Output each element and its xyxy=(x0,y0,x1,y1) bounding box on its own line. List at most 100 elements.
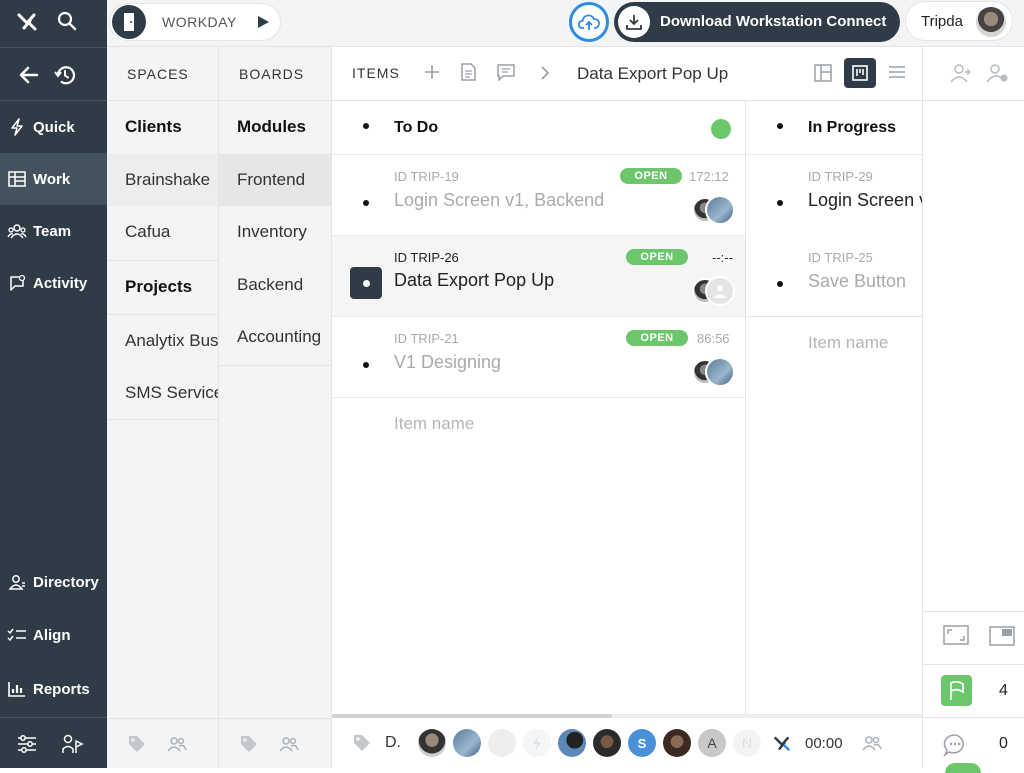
item-card[interactable]: ID TRIP-21 OPEN 86:56 V1 Designing xyxy=(332,317,745,398)
item-title: Login Screen v1, Backend xyxy=(394,190,605,210)
avatar[interactable] xyxy=(418,729,446,757)
new-item-input[interactable]: Item name xyxy=(808,333,888,353)
tag-icon[interactable] xyxy=(352,733,372,753)
team-icon xyxy=(6,220,28,242)
download-workstation-button[interactable]: Download Workstation Connect xyxy=(614,2,900,42)
timer: 00:00 xyxy=(805,734,843,752)
logo-icon[interactable] xyxy=(768,729,796,757)
sidebar-item-work[interactable]: Work xyxy=(0,153,107,205)
avatar[interactable]: A xyxy=(698,729,726,757)
user-settings-icon[interactable] xyxy=(986,63,1010,83)
reports-icon xyxy=(6,678,28,700)
avatar[interactable] xyxy=(453,729,481,757)
item-title: Save Button xyxy=(808,271,907,291)
document-icon[interactable] xyxy=(459,63,477,81)
avatar[interactable]: S xyxy=(628,729,656,757)
user-menu[interactable]: Tripda xyxy=(905,1,1013,41)
new-item-input[interactable]: Item name xyxy=(394,414,474,434)
user-name: Tripda xyxy=(921,13,963,30)
sidebar-item-align[interactable]: Align xyxy=(0,609,107,661)
fullscreen-icon[interactable] xyxy=(943,625,969,647)
tag-icon[interactable] xyxy=(239,734,259,754)
item-card-active[interactable]: ID TRIP-26 OPEN --:-- Data Export Pop Up xyxy=(332,236,745,317)
workday-control[interactable]: WORKDAY xyxy=(109,3,281,41)
split-view-icon[interactable] xyxy=(814,64,832,82)
sidebar-item-label: Directory xyxy=(33,573,99,591)
workday-label: WORKDAY xyxy=(162,14,237,30)
spaces-column: SPACES Clients Brainshake Cafua Projects… xyxy=(107,47,219,768)
space-item-sms-service[interactable]: SMS Service xyxy=(107,367,218,419)
settings-sliders-icon[interactable] xyxy=(16,733,38,755)
avatar[interactable] xyxy=(663,729,691,757)
item-card[interactable]: ID TRIP-19 OPEN 172:12 Login Screen v1, … xyxy=(332,155,745,236)
item-title: Data Export Pop Up xyxy=(394,270,555,290)
assign-user-icon[interactable] xyxy=(949,63,973,83)
item-select-icon[interactable] xyxy=(350,267,382,299)
item-card[interactable]: ID TRIP-25 Save Button xyxy=(746,236,922,317)
item-id: ID TRIP-25 xyxy=(808,250,873,265)
space-item-brainshake[interactable]: Brainshake xyxy=(107,154,218,206)
item-card[interactable]: ID TRIP-29 Login Screen v xyxy=(746,155,922,236)
item-id: ID TRIP-29 xyxy=(808,169,873,184)
play-icon[interactable] xyxy=(256,15,270,29)
sidebar-item-directory[interactable]: Directory xyxy=(0,556,107,608)
avatar[interactable] xyxy=(523,729,551,757)
door-icon[interactable] xyxy=(112,5,146,39)
sidebar-item-team[interactable]: Team xyxy=(0,205,107,257)
sidebar-item-label: Work xyxy=(33,170,71,188)
back-arrow-icon[interactable] xyxy=(18,64,40,86)
space-item-analytix[interactable]: Analytix Bus xyxy=(107,315,218,367)
tag-icon[interactable] xyxy=(127,734,147,754)
members-icon[interactable] xyxy=(279,736,299,752)
item-time: --:-- xyxy=(712,250,733,265)
avatar[interactable] xyxy=(558,729,586,757)
item-title: Login Screen v xyxy=(808,190,922,210)
sidebar-item-activity[interactable]: Activity xyxy=(0,257,107,309)
board-item-backend[interactable]: Backend xyxy=(219,259,331,311)
members-icon[interactable] xyxy=(167,736,187,752)
item-id: ID TRIP-26 xyxy=(394,250,459,265)
avatar[interactable] xyxy=(593,729,621,757)
item-time: 172:12 xyxy=(689,169,729,184)
list-view-icon[interactable] xyxy=(888,65,906,79)
column-title: To Do xyxy=(394,119,439,136)
board-item-inventory[interactable]: Inventory xyxy=(219,206,331,258)
flag-icon[interactable] xyxy=(941,675,972,706)
history-icon[interactable] xyxy=(53,63,77,87)
items-area: ITEMS Data Export Pop Up To Do ID TRIP-1… xyxy=(332,47,922,768)
comment-count: 0 xyxy=(999,735,1008,752)
directory-icon xyxy=(6,571,28,593)
items-footer: D. S A N 00:00 xyxy=(332,718,922,768)
left-sidebar: Quick Work Team Activity Directory Align… xyxy=(0,0,107,768)
status-badge: OPEN xyxy=(626,330,688,346)
todo-column: To Do ID TRIP-19 OPEN 172:12 Login Scree… xyxy=(332,101,746,714)
status-badge: OPEN xyxy=(626,249,688,265)
modules-heading: Modules xyxy=(237,117,306,136)
cloud-sync-icon[interactable] xyxy=(569,2,609,42)
avatar[interactable]: N xyxy=(733,729,761,757)
kanban-view-icon[interactable] xyxy=(844,58,876,88)
picture-in-picture-icon[interactable] xyxy=(989,626,1015,646)
align-icon xyxy=(6,624,28,646)
comment-icon[interactable] xyxy=(496,63,516,81)
chevron-right-icon xyxy=(540,66,550,80)
download-icon xyxy=(618,6,650,38)
search-icon[interactable] xyxy=(56,10,78,32)
avatar[interactable] xyxy=(488,729,516,757)
chat-icon[interactable] xyxy=(943,733,967,757)
board-item-accounting[interactable]: Accounting xyxy=(219,311,331,363)
logo-icon[interactable] xyxy=(16,10,38,32)
sidebar-item-quick[interactable]: Quick xyxy=(0,101,107,153)
members-icon[interactable] xyxy=(861,735,882,751)
sidebar-item-reports[interactable]: Reports xyxy=(0,663,107,715)
onboarding-icon[interactable] xyxy=(61,733,85,755)
space-item-cafua[interactable]: Cafua xyxy=(107,206,218,258)
in-progress-column: In Progress ID TRIP-29 Login Screen v ID… xyxy=(746,101,922,714)
avatar xyxy=(705,195,735,225)
sidebar-item-label: Team xyxy=(33,222,72,240)
avatar xyxy=(976,7,1006,37)
item-title: V1 Designing xyxy=(394,352,502,372)
board-item-frontend[interactable]: Frontend xyxy=(219,154,331,206)
breadcrumb[interactable]: Data Export Pop Up xyxy=(577,64,728,84)
add-icon[interactable] xyxy=(424,64,440,80)
